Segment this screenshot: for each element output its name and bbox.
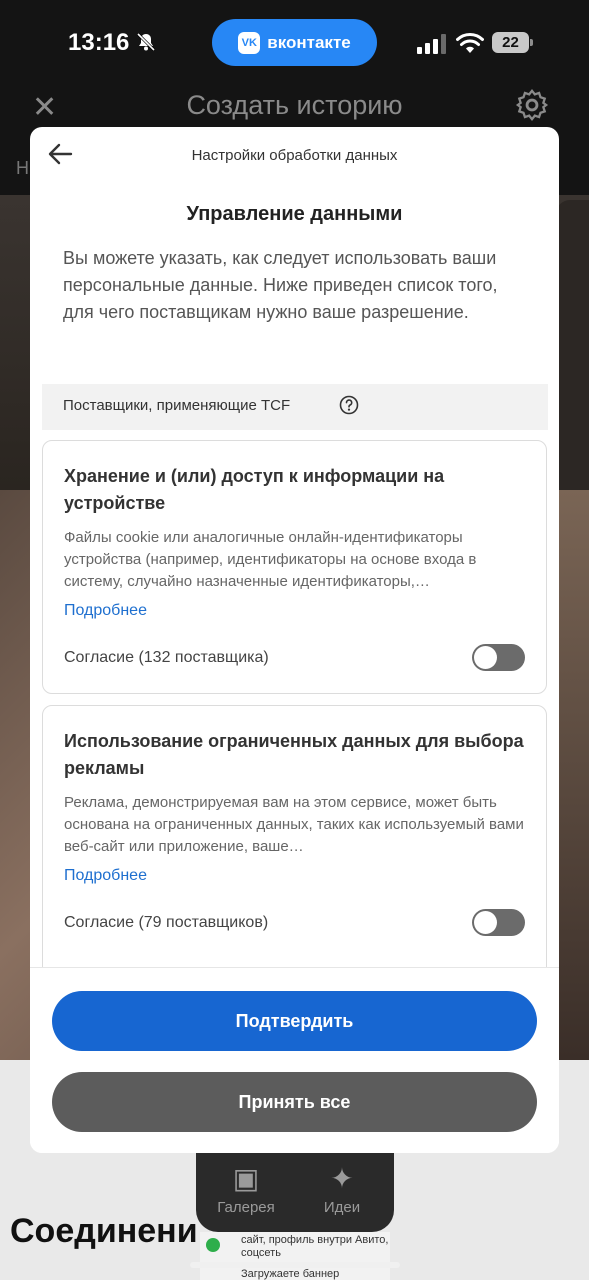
intro-text: Вы можете указать, как следует использов… (63, 248, 498, 322)
gallery-icon: ▣ (232, 1163, 260, 1194)
purpose-title: Хранение и (или) доступ к информации на … (64, 466, 445, 513)
modal-header-title: Настройки обработки данных (191, 147, 398, 164)
background-label: Н (16, 158, 29, 178)
modal-header: Настройки обработки данных (30, 127, 559, 185)
consent-label: Согласие (132 поставщика) (64, 649, 269, 666)
tab-ideas: ✦ Идеи (297, 1162, 387, 1216)
more-info-link[interactable]: Подробнее (64, 867, 147, 885)
section-title: Управление данными (186, 203, 403, 225)
signal-icon (417, 34, 446, 54)
status-bar: 13:16 VK вконтакте 22 (0, 0, 589, 80)
consent-toggle[interactable] (472, 909, 525, 936)
background-title: Создать историю (186, 90, 403, 120)
purpose-card: Использование ограниченных данных для вы… (42, 705, 547, 985)
toggle-knob (474, 911, 497, 934)
background-snippet-text: сайт, профиль внутри Авито, соцсеть (241, 1234, 389, 1259)
vk-logo-icon: VK (238, 31, 261, 54)
battery-tip (530, 39, 533, 46)
ideas-icon: ✦ (330, 1163, 354, 1194)
bell-off-icon (136, 32, 156, 52)
accept-all-button[interactable]: Принять все (52, 1072, 537, 1132)
battery-icon: 22 (492, 32, 533, 53)
background-snippet-text: Загружаете баннер (241, 1268, 340, 1280)
more-info-link[interactable]: Подробнее (64, 602, 147, 620)
tab-label: Идеи (323, 1199, 361, 1216)
toggle-knob (474, 646, 497, 669)
app-return-pill[interactable]: VK вконтакте (212, 19, 377, 66)
modal-footer: Подтвердить Принять все (30, 967, 559, 1153)
tab-gallery: ▣ Галерея (201, 1162, 291, 1216)
consent-modal: Настройки обработки данных Управление да… (30, 127, 559, 1153)
wifi-icon (456, 32, 484, 53)
purpose-card: Хранение и (или) доступ к информации на … (42, 440, 547, 694)
gear-icon (515, 89, 549, 121)
tcf-vendors-label: Поставщики, применяющие TCF (63, 397, 291, 414)
background-photo (556, 200, 589, 490)
tab-label: Галерея (217, 1199, 275, 1216)
consent-label: Согласие (79 поставщиков) (64, 914, 269, 931)
confirm-button[interactable]: Подтвердить (52, 991, 537, 1051)
help-icon[interactable] (339, 395, 359, 415)
status-time: 13:16 (68, 29, 130, 56)
app-pill-label: вконтакте (267, 32, 351, 52)
purpose-description: Реклама, демонстрируемая вам на этом сер… (64, 794, 524, 855)
tcf-vendors-bar: Поставщики, применяющие TCF (42, 384, 548, 430)
home-indicator[interactable] (190, 1262, 400, 1268)
check-dot-icon (206, 1238, 220, 1252)
purpose-description: Файлы cookie или аналогичные онлайн-иден… (64, 529, 477, 590)
purpose-title: Использование ограниченных данных для вы… (64, 731, 524, 778)
battery-level: 22 (492, 32, 529, 53)
background-heading: Соединени (10, 1212, 198, 1250)
consent-toggle[interactable] (472, 644, 525, 671)
